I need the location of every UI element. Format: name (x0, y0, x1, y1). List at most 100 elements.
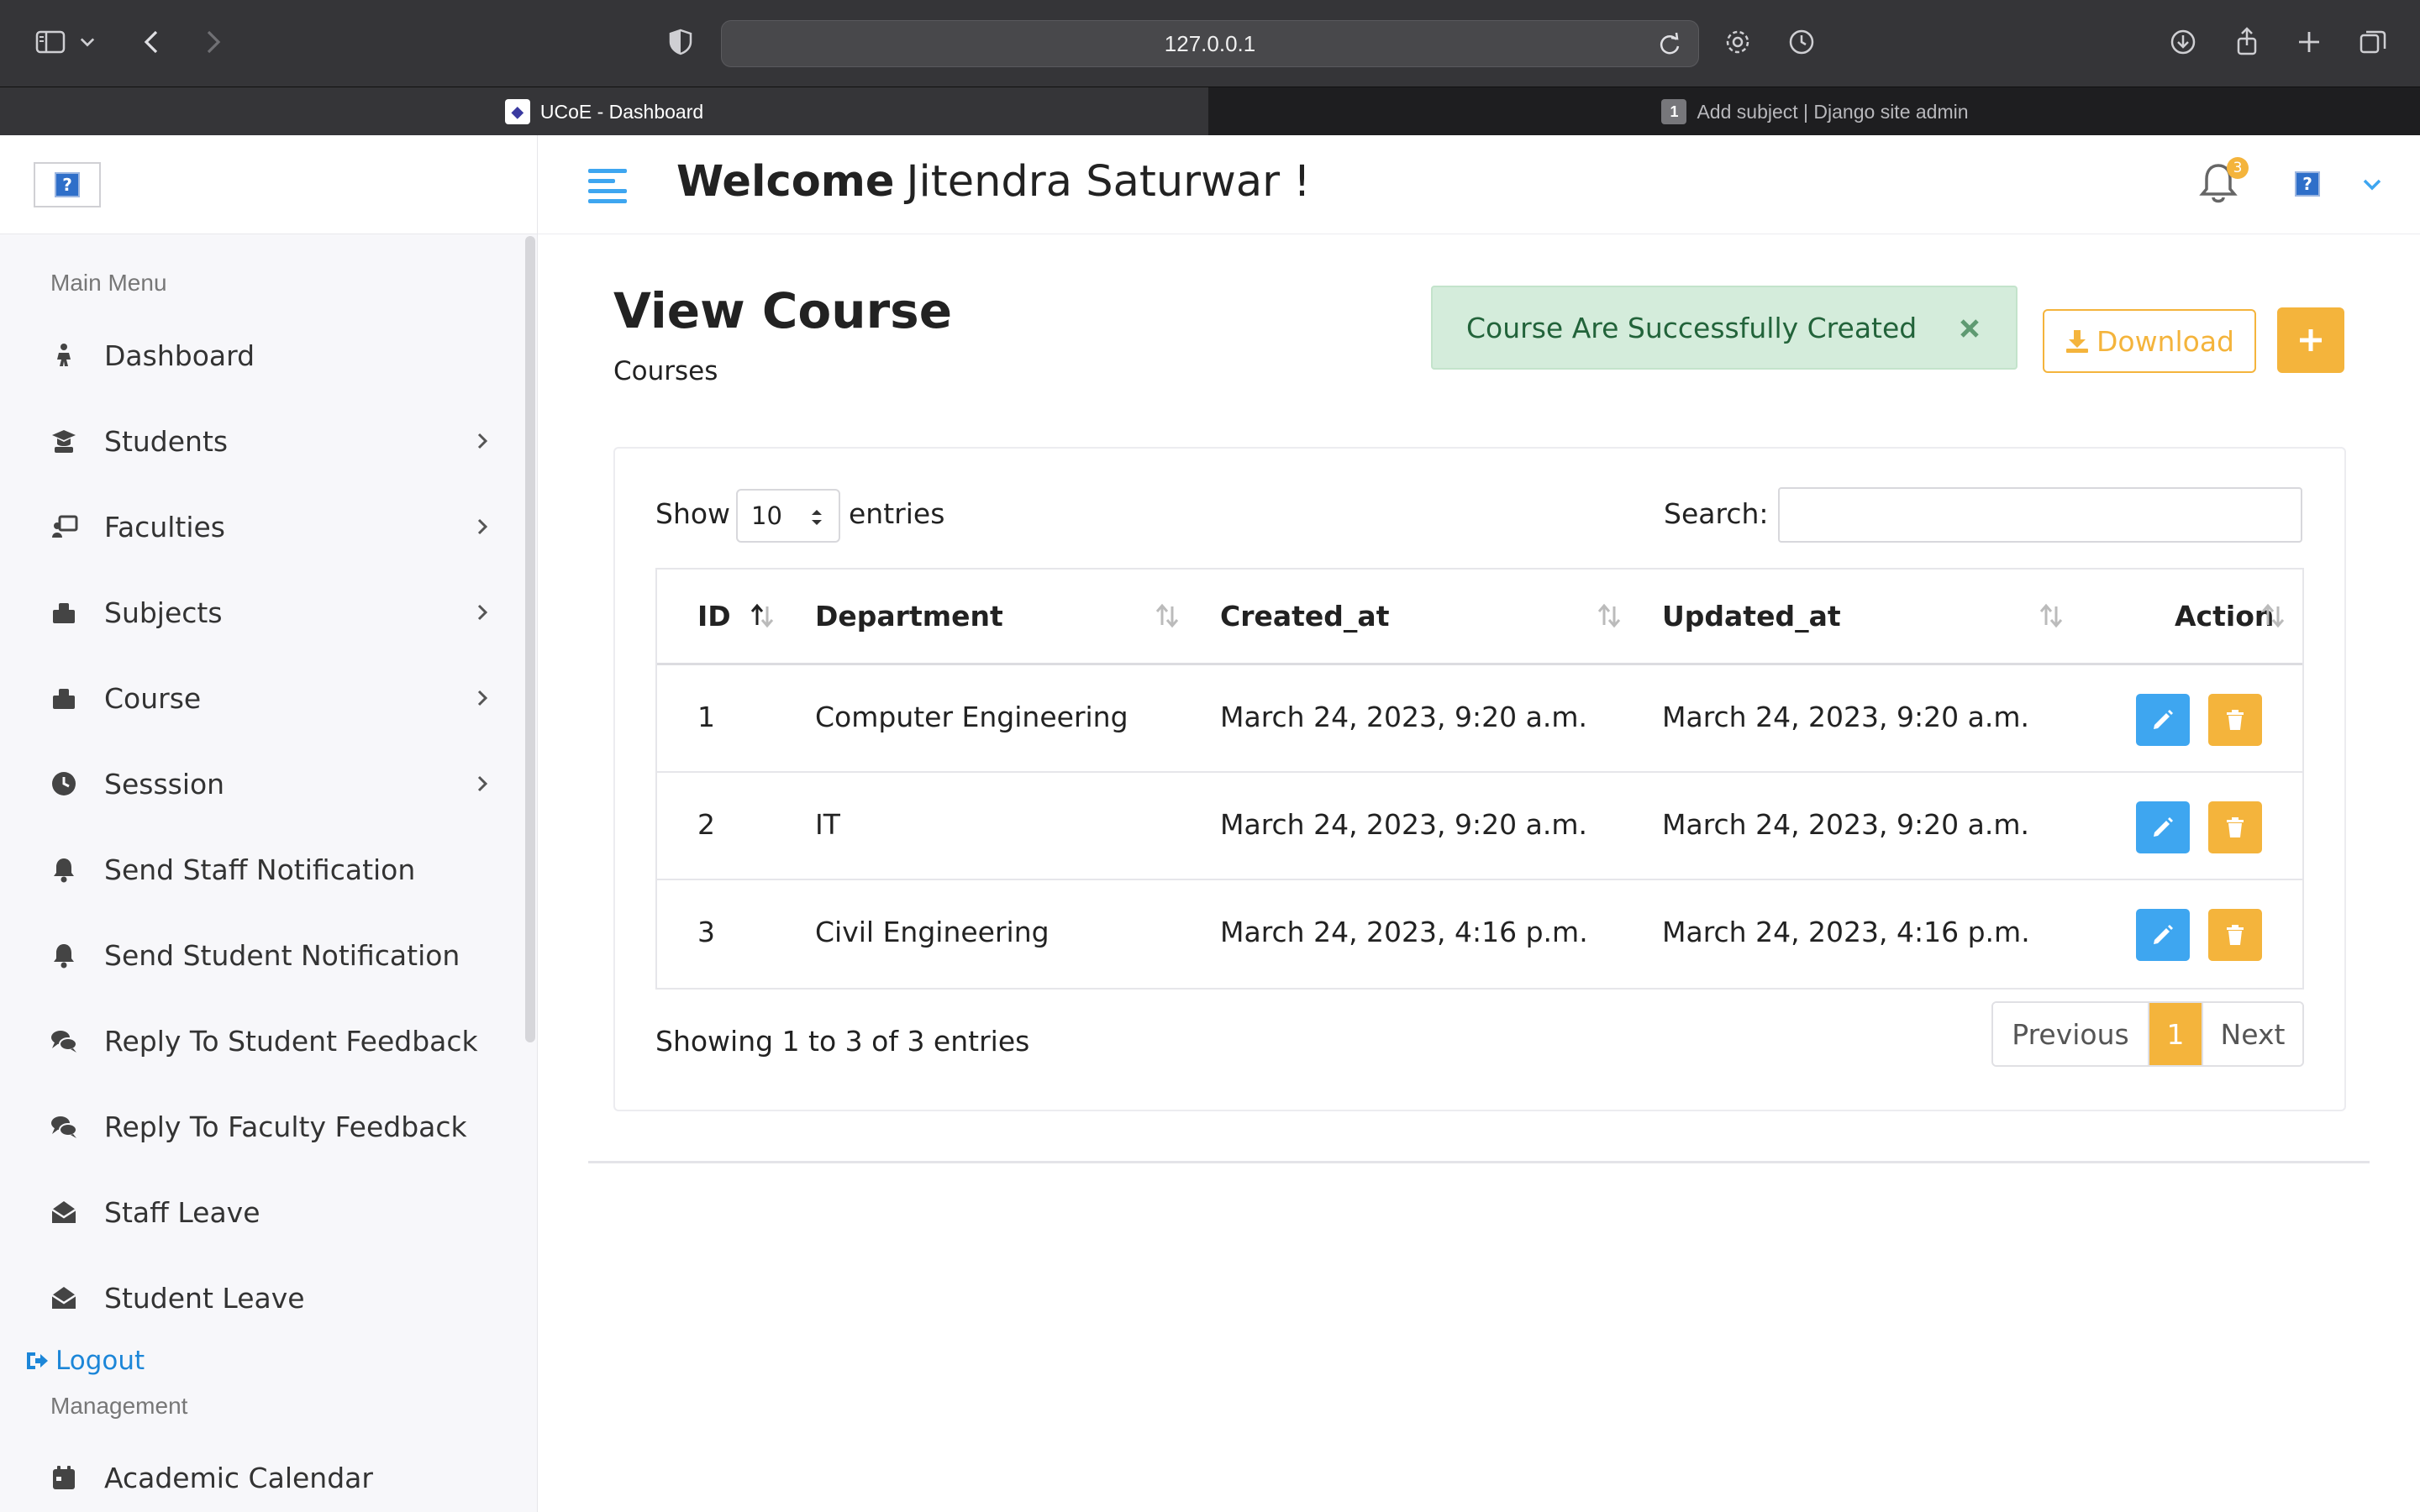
menu-toggle-icon[interactable] (587, 164, 629, 206)
close-icon[interactable] (1957, 316, 1982, 341)
plus-icon (2300, 329, 2322, 351)
delete-button[interactable] (2208, 801, 2262, 853)
previous-page-button[interactable]: Previous (1993, 1003, 2149, 1065)
download-button[interactable]: Download (2043, 309, 2256, 373)
shield-icon[interactable] (657, 18, 704, 66)
pencil-icon (2154, 925, 2173, 944)
edit-button[interactable] (2136, 694, 2190, 746)
sort-asc-icon[interactable] (748, 601, 776, 630)
back-icon[interactable] (129, 18, 176, 66)
tab-title: Add subject | Django site admin (1697, 100, 1969, 123)
edit-button[interactable] (2136, 909, 2190, 961)
column-header-updated-at[interactable]: Updated_at (1662, 600, 1841, 633)
settings-gear-icon[interactable] (1714, 18, 1761, 66)
sidebar-item-session[interactable]: Sesssion (47, 759, 501, 809)
chevron-down-icon[interactable] (2360, 172, 2385, 197)
sidebar-item-label: Faculties (104, 510, 226, 543)
sort-icon[interactable] (2037, 601, 2065, 630)
cell-created-at: March 24, 2023, 4:16 p.m. (1220, 916, 1588, 948)
sidebar-item-send-staff-notification[interactable]: Send Staff Notification (47, 844, 501, 895)
sort-icon[interactable] (2259, 601, 2287, 630)
cell-department: Computer Engineering (815, 701, 1128, 733)
page-1-button[interactable]: 1 (2149, 1003, 2202, 1065)
sort-icon[interactable] (1153, 601, 1181, 630)
edit-button[interactable] (2136, 801, 2190, 853)
column-header-created-at[interactable]: Created_at (1220, 600, 1389, 633)
chevron-right-icon (477, 604, 488, 621)
tab-ucoe-dashboard[interactable]: ◆ UCoE - Dashboard (0, 87, 1208, 136)
welcome-label: Welcome (676, 157, 895, 207)
main-menu-label: Main Menu (50, 270, 167, 296)
sidebar-item-label: Reply To Faculty Feedback (104, 1110, 467, 1143)
tab-title: UCoE - Dashboard (539, 100, 704, 123)
sidebar-scrollbar[interactable] (525, 236, 535, 1042)
sidebar-item-label: Sesssion (104, 767, 225, 801)
entries-label: entries (849, 497, 945, 530)
page-title: View Course (613, 282, 953, 339)
alert-message: Course Are Successfully Created (1466, 311, 1918, 344)
sign-out-icon (27, 1352, 48, 1369)
sidebar-item-label: Send Student Notification (104, 938, 460, 972)
bell-icon (47, 938, 81, 972)
column-header-department[interactable]: Department (815, 600, 1003, 633)
cell-created-at: March 24, 2023, 9:20 a.m. (1220, 808, 1587, 841)
sidebar-item-dashboard[interactable]: Dashboard (47, 330, 501, 381)
chevron-right-icon (477, 690, 488, 706)
sidebar-item-reply-student-feedback[interactable]: Reply To Student Feedback (47, 1016, 501, 1066)
user-name: Jitendra Saturwar ! (906, 157, 1311, 207)
tab-django-admin[interactable]: 1 Add subject | Django site admin (1210, 87, 2420, 136)
table-row: 1 Computer Engineering March 24, 2023, 9… (657, 665, 2302, 773)
sidebar-item-send-student-notification[interactable]: Send Student Notification (47, 930, 501, 980)
sidebar: ? Main Menu Dashboard Students Faculties… (0, 135, 538, 1512)
breadcrumb: Courses (613, 356, 718, 386)
sidebar-item-label: Students (104, 424, 229, 458)
sidebar-item-label: Dashboard (104, 339, 255, 372)
download-icon[interactable] (2160, 18, 2207, 66)
tab-overview-icon[interactable] (2349, 18, 2396, 66)
sidebar-item-students[interactable]: Students (47, 416, 501, 466)
new-tab-plus-icon[interactable] (2286, 18, 2333, 66)
search-input[interactable] (1778, 487, 2302, 543)
faculty-icon (47, 510, 81, 543)
avatar[interactable]: ? (2287, 164, 2328, 204)
chevron-down-icon[interactable] (72, 18, 103, 66)
history-clock-icon[interactable] (1778, 18, 1825, 66)
delete-button[interactable] (2208, 909, 2262, 961)
tab-bar: ◆ UCoE - Dashboard 1 Add subject | Djang… (0, 87, 2420, 136)
search-label: Search: (1664, 497, 1769, 530)
envelope-open-icon (47, 1195, 81, 1229)
dashboard-icon (47, 339, 81, 372)
pencil-icon (2154, 710, 2173, 729)
tab-number-icon: 1 (1661, 99, 1687, 124)
next-page-button[interactable]: Next (2202, 1003, 2302, 1065)
sidebar-item-staff-leave[interactable]: Staff Leave (47, 1187, 501, 1237)
course-table: ID Department Created_at Updated_at Acti… (655, 568, 2304, 990)
student-icon (47, 424, 81, 458)
forward-icon[interactable] (188, 18, 235, 66)
share-icon[interactable] (2223, 18, 2270, 66)
comments-icon (47, 1024, 81, 1058)
cell-id: 1 (697, 701, 715, 733)
chevron-right-icon (477, 518, 488, 535)
entries-select[interactable]: 10 (736, 489, 840, 543)
sidebar-item-label: Student Leave (104, 1281, 305, 1315)
address-bar[interactable]: 127.0.0.1 (721, 20, 1699, 67)
sidebar-item-subjects[interactable]: Subjects (47, 587, 501, 638)
reload-icon[interactable] (1653, 28, 1686, 61)
ucoe-logo-icon: ◆ (504, 99, 530, 124)
sidebar-item-reply-faculty-feedback[interactable]: Reply To Faculty Feedback (47, 1101, 501, 1152)
add-course-button[interactable] (2277, 307, 2344, 373)
cell-created-at: March 24, 2023, 9:20 a.m. (1220, 701, 1587, 733)
sidebar-toggle-icon[interactable] (27, 18, 74, 66)
sidebar-item-academic-calendar[interactable]: Academic Calendar (47, 1452, 501, 1503)
sidebar-item-faculties[interactable]: Faculties (47, 501, 501, 552)
sidebar-item-label: Academic Calendar (104, 1461, 373, 1494)
site-logo[interactable]: ? (34, 162, 101, 207)
sort-icon[interactable] (1595, 601, 1623, 630)
column-header-id[interactable]: ID (697, 600, 731, 633)
sidebar-item-course[interactable]: Course (47, 673, 501, 723)
logout-link[interactable]: Logout (24, 1346, 145, 1376)
sidebar-item-student-leave[interactable]: Student Leave (47, 1273, 501, 1323)
delete-button[interactable] (2208, 694, 2262, 746)
cell-id: 2 (697, 808, 715, 841)
